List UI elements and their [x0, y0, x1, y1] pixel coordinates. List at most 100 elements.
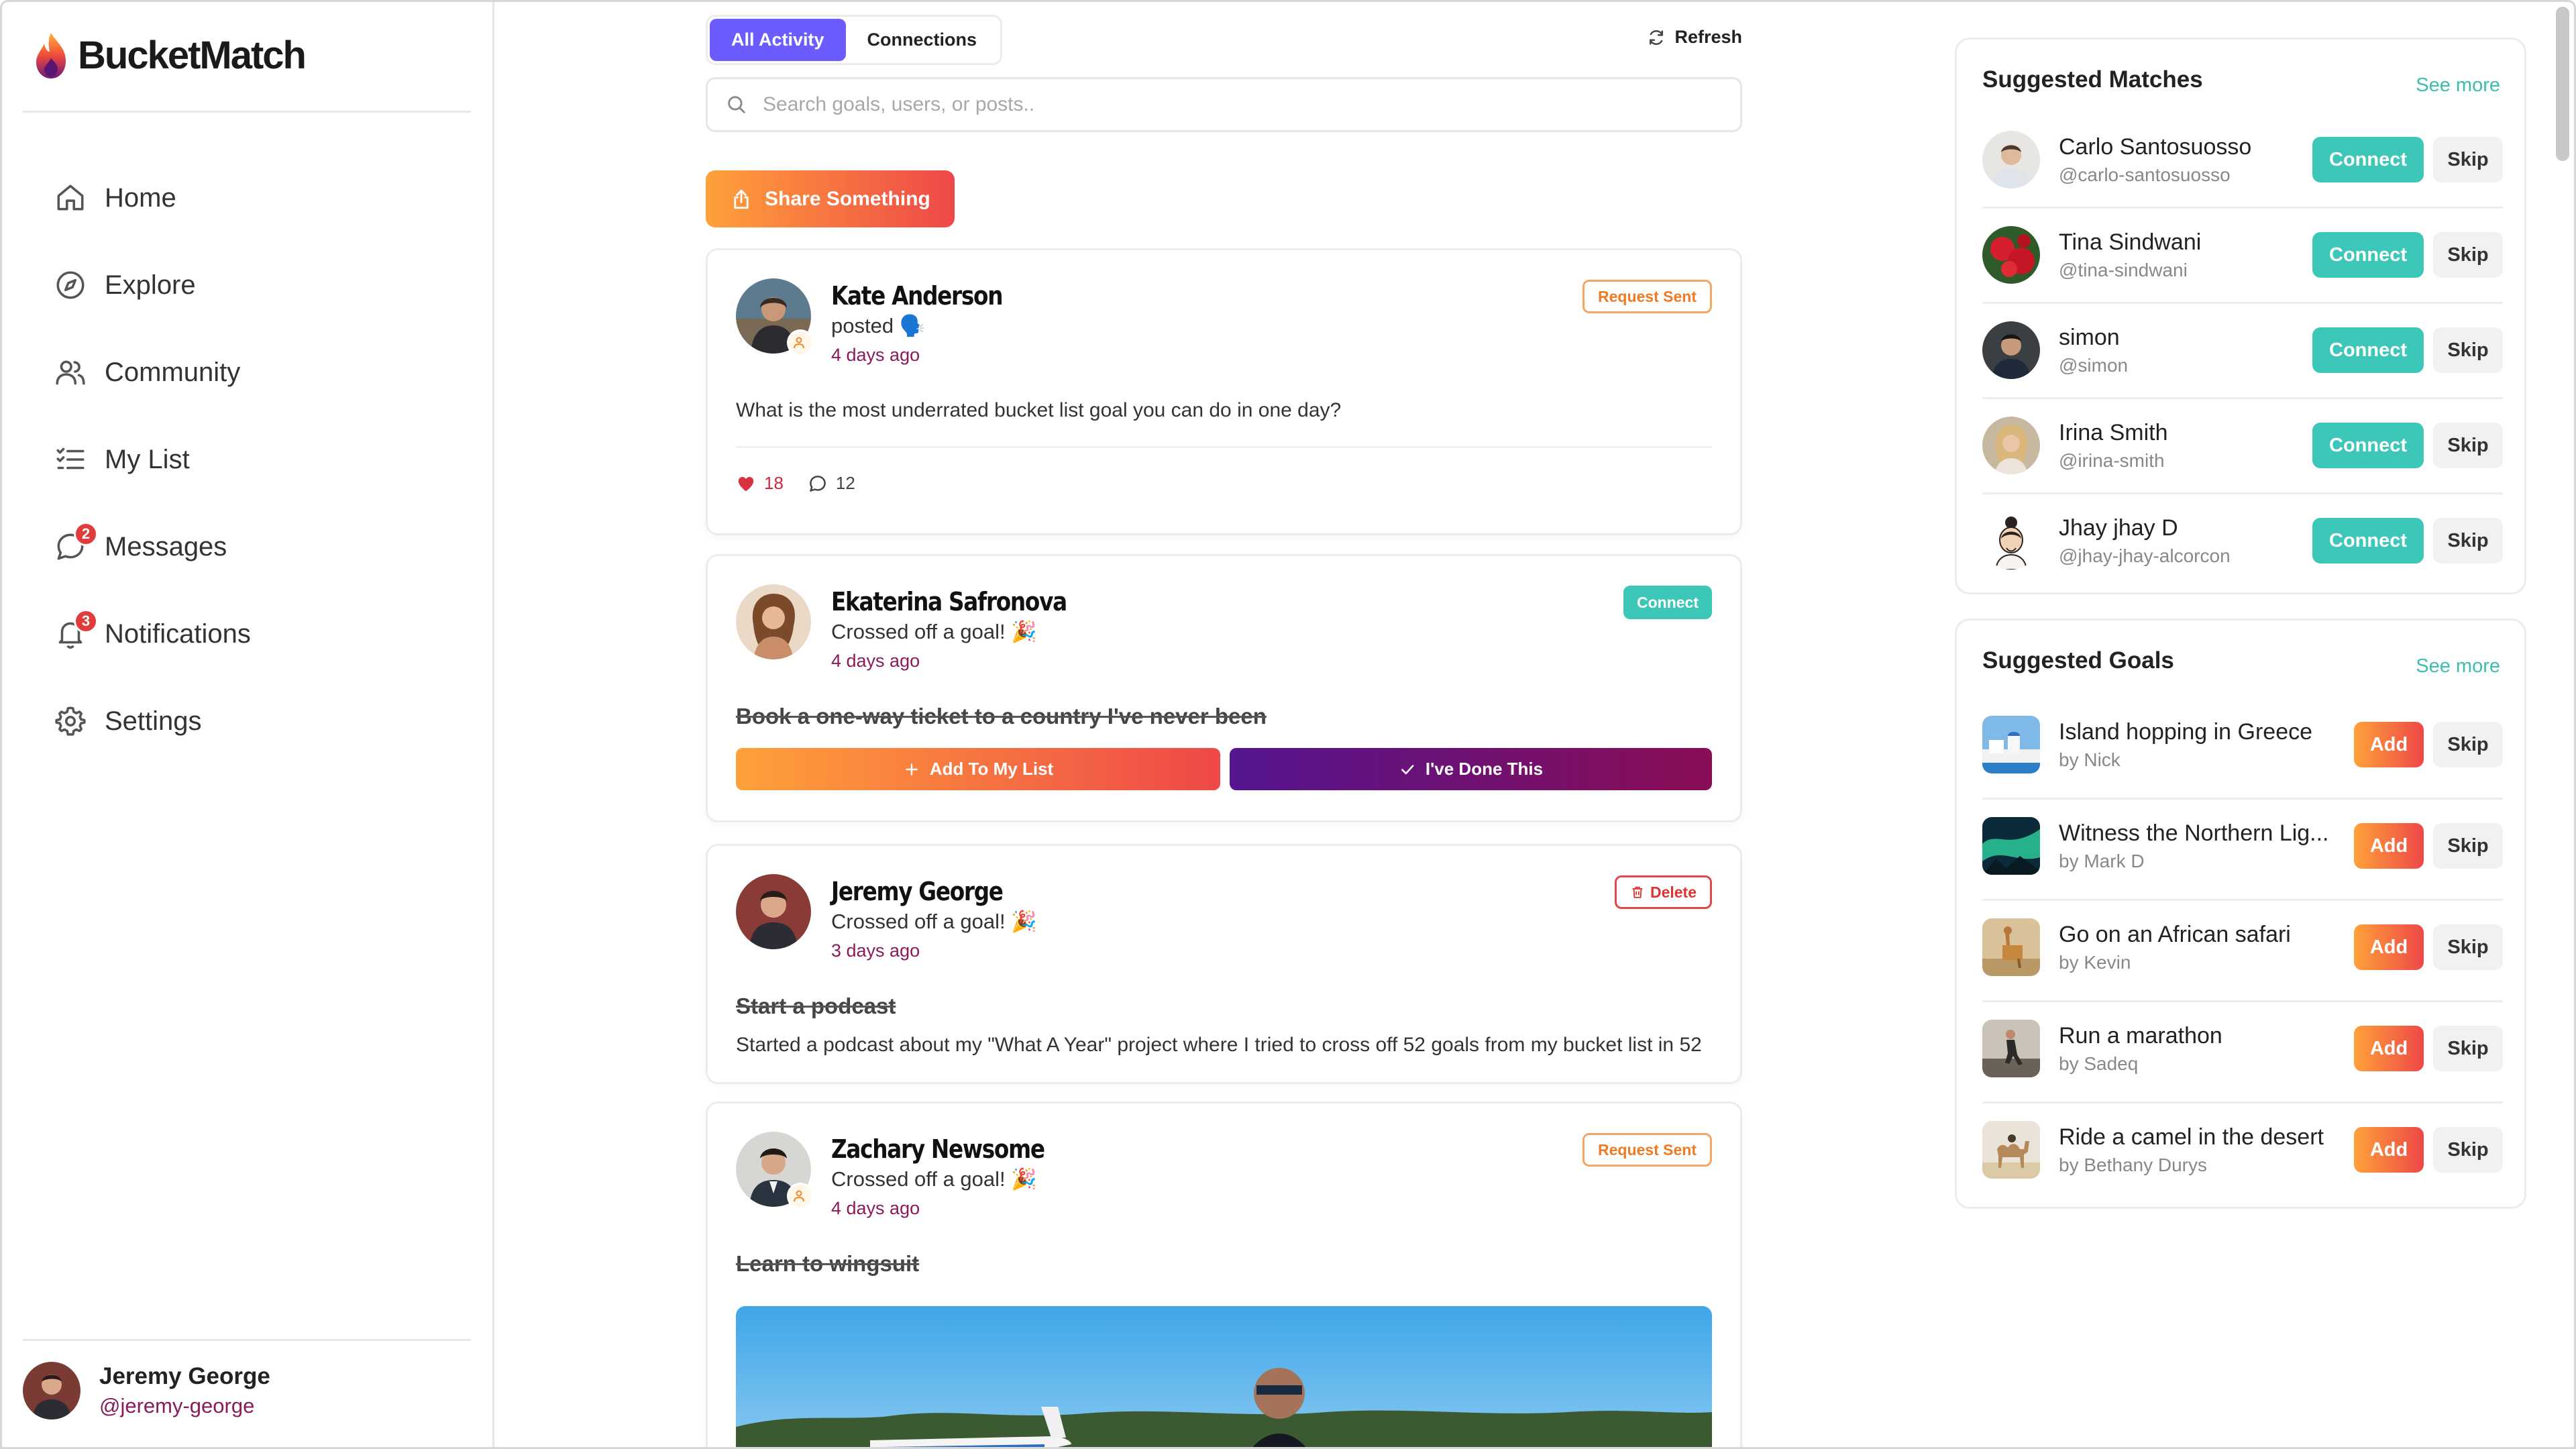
avatar[interactable]	[1982, 512, 2040, 570]
sidebar-item-settings[interactable]: Settings	[54, 678, 251, 765]
add-goal-button[interactable]: Add	[2354, 722, 2424, 767]
connect-button[interactable]: Connect	[2312, 423, 2424, 468]
see-more-matches-link[interactable]: See more	[2416, 74, 2500, 97]
connect-button[interactable]: Connect	[2312, 232, 2424, 278]
post-author[interactable]: Zachary Newsome	[831, 1134, 1045, 1164]
skip-button[interactable]: Skip	[2433, 1127, 2503, 1173]
sidebar-item-explore[interactable]: Explore	[54, 241, 251, 329]
match-name[interactable]: simon	[2059, 325, 2312, 351]
post-text: What is the most underrated bucket list …	[736, 399, 1342, 421]
match-name[interactable]: Tina Sindwani	[2059, 229, 2312, 256]
skip-button[interactable]: Skip	[2433, 722, 2503, 767]
goal-thumbnail[interactable]	[1982, 716, 2040, 773]
goal-name[interactable]: Ride a camel in the desert	[2059, 1124, 2341, 1150]
post-author[interactable]: Kate Anderson	[831, 281, 1003, 311]
post-card: Kate Anderson posted 🗣️ 4 days ago Reque…	[706, 248, 1742, 535]
share-something-button[interactable]: Share Something	[706, 170, 955, 227]
users-icon	[54, 356, 87, 389]
search-bar	[706, 77, 1742, 132]
post-timestamp: 4 days ago	[831, 651, 920, 671]
refresh-button[interactable]: Refresh	[1646, 27, 1742, 48]
trash-icon	[1632, 886, 1643, 898]
goal-author: by Bethany Durys	[2059, 1154, 2207, 1175]
comment-button[interactable]: 12	[808, 473, 855, 494]
goal-name[interactable]: Island hopping in Greece	[2059, 719, 2341, 745]
avatar[interactable]	[736, 278, 814, 356]
avatar[interactable]	[1982, 226, 2040, 284]
goal-title[interactable]: Start a podcast	[736, 994, 896, 1019]
suggested-matches-title: Suggested Matches	[1982, 66, 2203, 93]
post-author[interactable]: Jeremy George	[831, 877, 1004, 906]
avatar[interactable]	[1982, 131, 2040, 189]
connect-button[interactable]: Connect	[2312, 327, 2424, 373]
skip-button[interactable]: Skip	[2433, 423, 2503, 468]
skip-button[interactable]: Skip	[2433, 823, 2503, 869]
goal-title[interactable]: Book a one-way ticket to a country I've …	[736, 704, 1267, 729]
connect-button[interactable]: Connect	[2312, 518, 2424, 564]
user-profile[interactable]: Jeremy George @jeremy-george	[23, 1362, 270, 1419]
goal-title[interactable]: Learn to wingsuit	[736, 1251, 919, 1277]
goal-thumbnail[interactable]	[1982, 1121, 2040, 1179]
match-handle: @jhay-jhay-alcorcon	[2059, 545, 2231, 566]
sidebar-item-notifications[interactable]: 3 Notifications	[54, 590, 251, 678]
sidebar-item-label: Community	[105, 357, 241, 387]
match-row: Irina Smith @irina-smith Connect Skip	[1982, 417, 2503, 474]
match-name[interactable]: Irina Smith	[2059, 420, 2312, 446]
suggested-goals-title: Suggested Goals	[1982, 647, 2174, 674]
skip-button[interactable]: Skip	[2433, 232, 2503, 278]
profile-name: Jeremy George	[99, 1363, 270, 1389]
post-action: posted 🗣️	[831, 314, 926, 337]
plus-icon	[906, 763, 918, 775]
goal-name[interactable]: Witness the Northern Lig...	[2059, 820, 2341, 847]
goal-name[interactable]: Run a marathon	[2059, 1023, 2341, 1049]
match-name[interactable]: Carlo Santosuosso	[2059, 134, 2312, 160]
goal-thumbnail[interactable]	[1982, 1020, 2040, 1077]
skip-button[interactable]: Skip	[2433, 1026, 2503, 1071]
page-scrollbar[interactable]	[2556, 7, 2569, 161]
sidebar-item-home[interactable]: Home	[54, 154, 251, 241]
sidebar-item-messages[interactable]: 2 Messages	[54, 503, 251, 590]
skip-button[interactable]: Skip	[2433, 518, 2503, 564]
post-author[interactable]: Ekaterina Safronova	[831, 587, 1067, 616]
sidebar-item-community[interactable]: Community	[54, 329, 251, 416]
add-to-my-list-button[interactable]: Add To My List	[736, 748, 1220, 790]
request-sent-badge[interactable]: Request Sent	[1582, 1133, 1712, 1167]
add-goal-button[interactable]: Add	[2354, 1127, 2424, 1173]
goal-author: by Kevin	[2059, 951, 2131, 973]
match-row: Carlo Santosuosso @carlo-santosuosso Conn…	[1982, 131, 2503, 189]
match-name[interactable]: Jhay jhay D	[2059, 515, 2312, 541]
skip-button[interactable]: Skip	[2433, 137, 2503, 182]
connect-button[interactable]: Connect	[2312, 137, 2424, 182]
tab-connections[interactable]: Connections	[846, 19, 999, 61]
brand[interactable]: BucketMatch	[34, 30, 307, 80]
like-button[interactable]: 18	[736, 473, 784, 494]
avatar[interactable]	[1982, 417, 2040, 474]
post-action: Crossed off a goal! 🎉	[831, 910, 1037, 933]
avatar[interactable]	[736, 584, 811, 659]
post-photo[interactable]	[736, 1306, 1712, 1449]
flame-logo-icon	[36, 32, 66, 78]
goal-thumbnail[interactable]	[1982, 918, 2040, 976]
ive-done-this-button[interactable]: I've Done This	[1230, 748, 1712, 790]
connect-button[interactable]: Connect	[1623, 586, 1712, 619]
match-row: Jhay jhay D @jhay-jhay-alcorcon Connect S…	[1982, 512, 2503, 570]
tab-all-activity[interactable]: All Activity	[710, 19, 846, 61]
avatar[interactable]	[736, 1132, 814, 1210]
sidebar-nav: Home Explore Community My List 2 Message…	[54, 154, 251, 765]
delete-button[interactable]: Delete	[1614, 875, 1712, 909]
avatar[interactable]	[736, 874, 811, 949]
see-more-goals-link[interactable]: See more	[2416, 655, 2500, 678]
request-sent-badge[interactable]: Request Sent	[1582, 280, 1712, 313]
skip-button[interactable]: Skip	[2433, 327, 2503, 373]
post-timestamp: 4 days ago	[831, 1198, 920, 1218]
add-goal-button[interactable]: Add	[2354, 1026, 2424, 1071]
goal-thumbnail[interactable]	[1982, 817, 2040, 875]
post-header: Jeremy George Crossed off a goal! 🎉 3 da…	[736, 874, 1037, 961]
skip-button[interactable]: Skip	[2433, 924, 2503, 970]
goal-name[interactable]: Go on an African safari	[2059, 922, 2341, 948]
avatar[interactable]	[1982, 321, 2040, 379]
add-goal-button[interactable]: Add	[2354, 924, 2424, 970]
search-input[interactable]	[763, 93, 1702, 116]
add-goal-button[interactable]: Add	[2354, 823, 2424, 869]
sidebar-item-my-list[interactable]: My List	[54, 416, 251, 503]
